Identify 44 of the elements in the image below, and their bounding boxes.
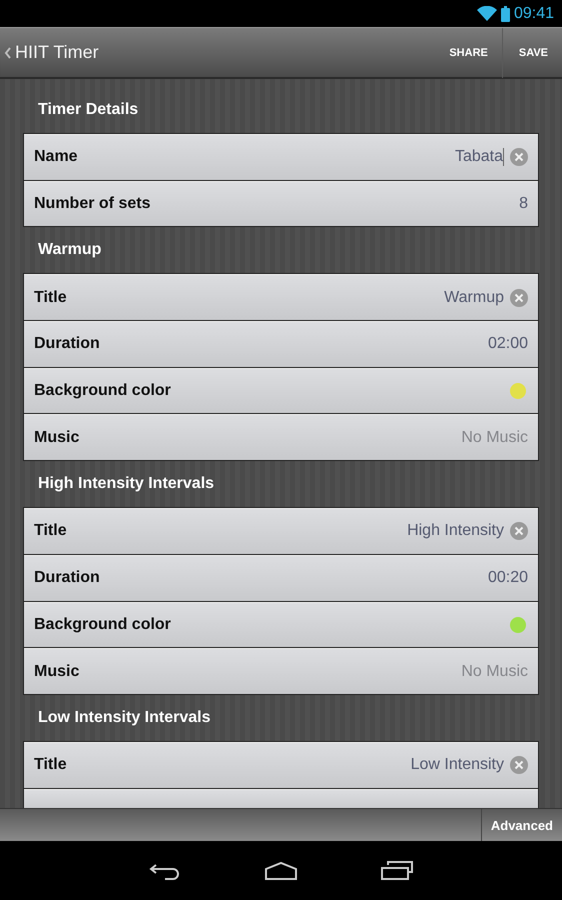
clock: 09:41 [514, 4, 554, 22]
music-placeholder: No Music [461, 662, 528, 681]
clear-icon[interactable] [510, 148, 528, 166]
action-button[interactable]: SAVE [502, 28, 562, 78]
text-field[interactable]: Tabata [323, 148, 504, 166]
clear-icon[interactable] [510, 288, 528, 307]
field-label: Title [34, 522, 68, 540]
recent-apps-icon[interactable] [380, 861, 414, 881]
music-placeholder: No Music [461, 428, 528, 447]
field-label: Duration [34, 569, 101, 588]
app-title: HIIT Timer [15, 42, 100, 63]
field-value: 02:00 [488, 335, 528, 354]
text-field[interactable]: High Intensity [324, 522, 504, 540]
action-button[interactable]: SHARE [432, 28, 502, 78]
field-label: Background color [34, 616, 172, 634]
field-label: Name [34, 148, 79, 166]
section-header: Low Intensity Intervals [38, 708, 210, 727]
field-label: Title [34, 288, 68, 307]
clear-icon[interactable] [510, 756, 528, 774]
field-label: Music [34, 662, 80, 681]
field-label: Background color [34, 382, 172, 400]
section-header: High Intensity Intervals [38, 475, 214, 494]
section-header: Timer Details [38, 101, 138, 119]
form-row[interactable]: Music No Music [24, 414, 538, 460]
form-row[interactable]: Background color [24, 368, 538, 414]
chevron-left-icon[interactable] [3, 46, 13, 60]
form-row[interactable]: Duration 00:20 [24, 554, 538, 600]
battery-icon [500, 6, 510, 22]
form-row[interactable]: Number of sets 8 [24, 180, 538, 226]
field-label: Duration [34, 335, 101, 354]
field-label: Music [34, 428, 80, 447]
text-field[interactable]: Low Intensity [324, 756, 504, 774]
home-icon[interactable] [264, 861, 298, 881]
form-row[interactable]: Background color [24, 602, 538, 648]
form-row[interactable]: Duration 02:00 [24, 321, 538, 367]
clear-icon[interactable] [510, 522, 528, 540]
field-value: 00:20 [488, 569, 528, 588]
text-field[interactable]: Warmup [324, 288, 504, 307]
section-header: Warmup [38, 241, 102, 260]
field-label: Title [34, 756, 68, 774]
wifi-icon [476, 6, 497, 22]
form-row[interactable]: Music No Music [24, 648, 538, 694]
field-label: Number of sets [34, 195, 152, 214]
field-value: 8 [519, 195, 528, 214]
